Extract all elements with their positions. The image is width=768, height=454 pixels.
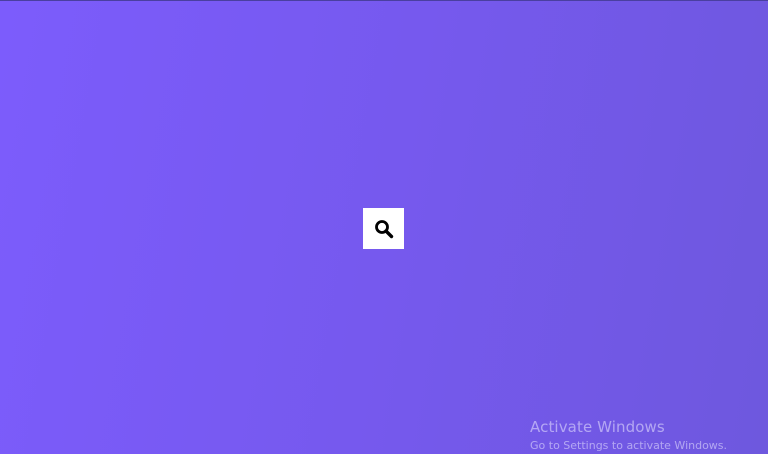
watermark-title: Activate Windows (530, 418, 665, 436)
watermark-subtitle: Go to Settings to activate Windows. (530, 439, 728, 452)
search-button[interactable] (363, 208, 404, 249)
activate-windows-watermark: Activate Windows Go to Settings to activ… (530, 417, 727, 454)
window-top-border (0, 0, 768, 1)
search-icon (374, 219, 394, 239)
